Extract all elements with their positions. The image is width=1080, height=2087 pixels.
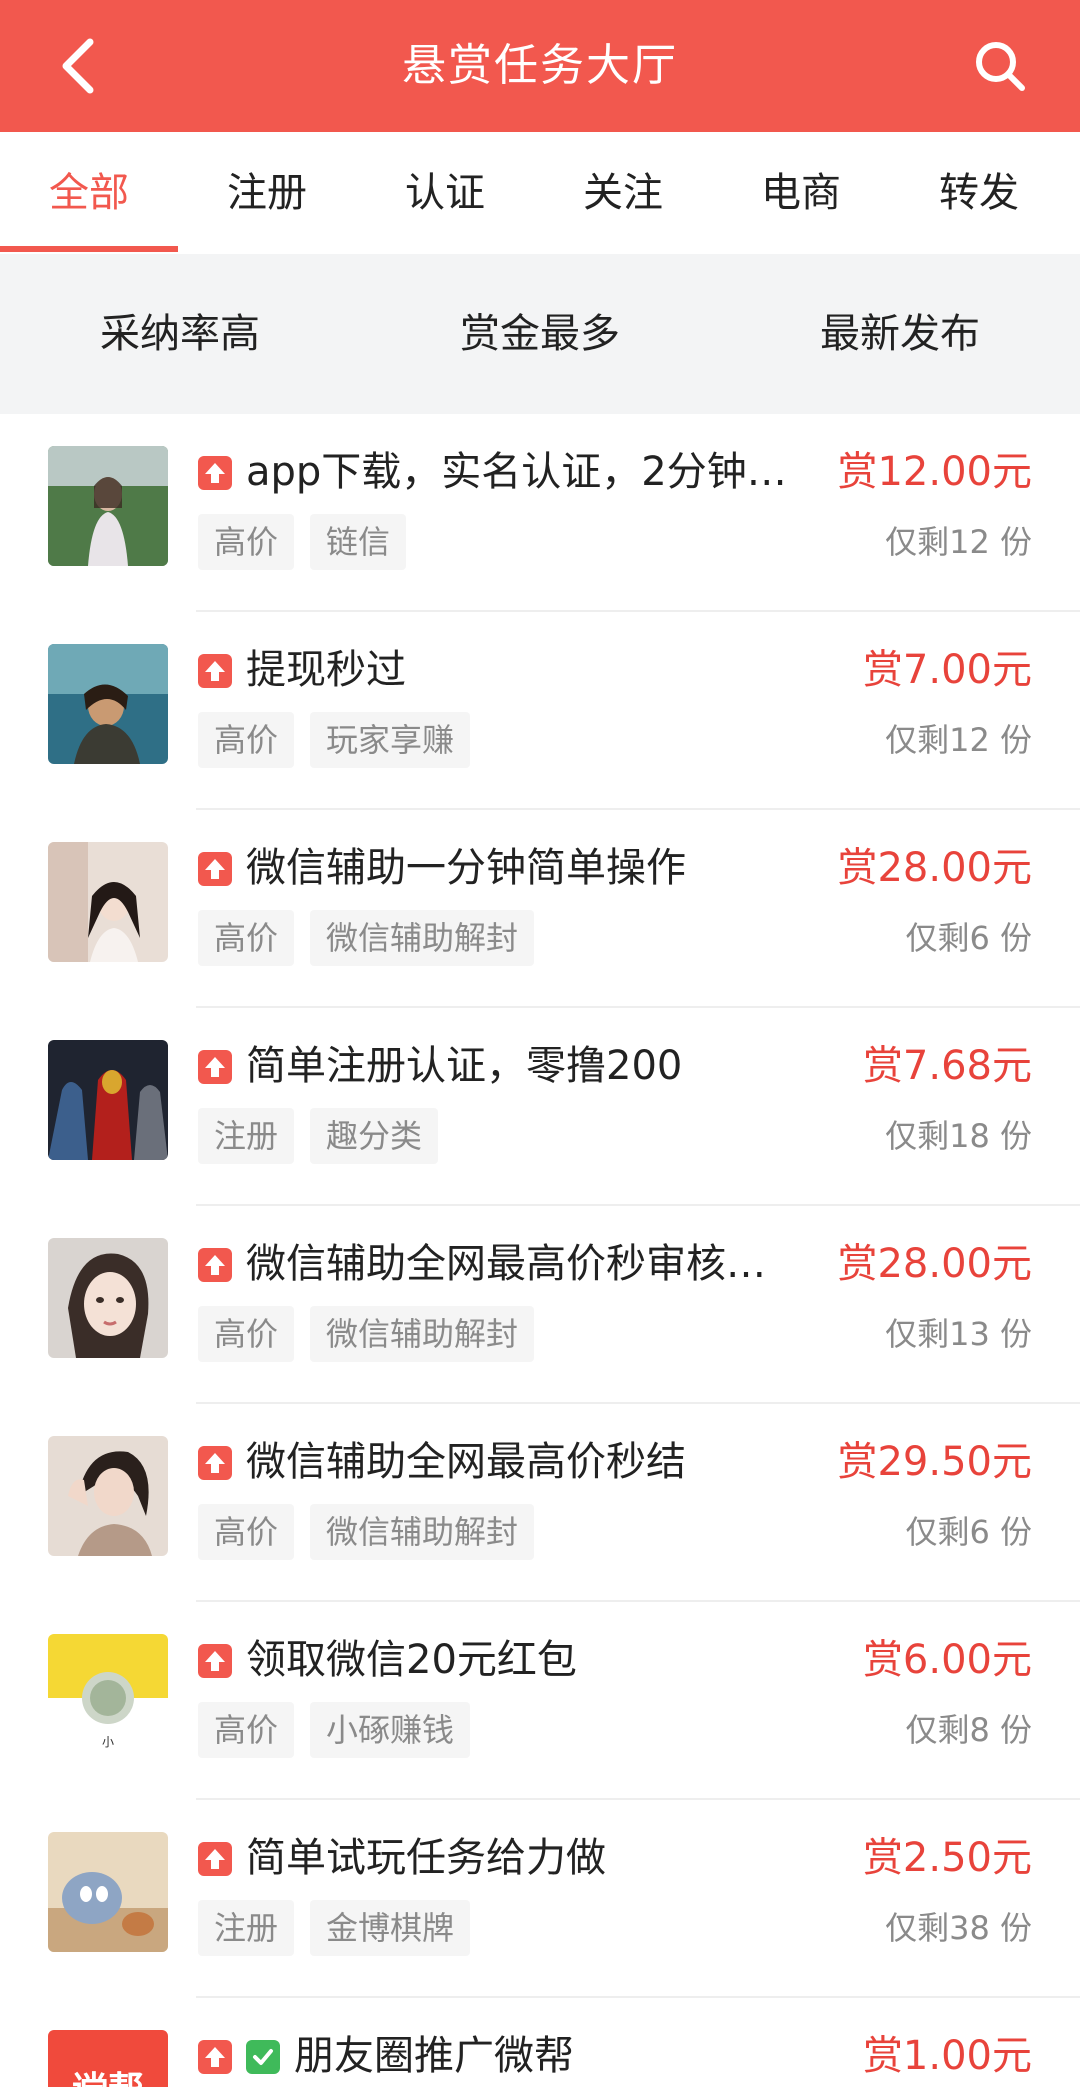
task-row[interactable]: app下载，实名认证，2分钟… 高价 链信 赏12.00元 仅剩12 份: [0, 414, 1080, 612]
task-title: 简单注册认证，零撸200: [246, 1043, 683, 1089]
task-tag: 高价: [198, 1702, 295, 1758]
reward-amount: 赏12.00元: [837, 449, 1032, 495]
tab-verify[interactable]: 认证: [356, 132, 534, 254]
reward-amount: 赏28.00元: [837, 845, 1032, 891]
page-title: 悬赏任务大厅: [402, 40, 678, 91]
task-row[interactable]: 微信辅助全网最高价秒审核… 高价 微信辅助解封 赏28.00元 仅剩13 份: [0, 1206, 1080, 1404]
task-row[interactable]: 简单注册认证，零撸200 注册 趣分类 赏7.68元 仅剩18 份: [0, 1008, 1080, 1206]
task-tag: 高价: [198, 1306, 295, 1362]
task-thumbnail: 谠帮: [48, 2030, 168, 2087]
remaining-count: 仅剩18 份: [885, 1117, 1032, 1155]
task-thumbnail: [48, 446, 168, 566]
tab-follow[interactable]: 关注: [534, 132, 712, 254]
remaining-count: 仅剩8 份: [905, 1711, 1032, 1749]
reward-amount: 赏6.00元: [862, 1637, 1032, 1683]
remaining-count: 仅剩6 份: [905, 919, 1032, 957]
sort-adoption-rate[interactable]: 采纳率高: [0, 254, 360, 414]
task-title: 提现秒过: [246, 647, 406, 693]
reward-amount: 赏2.50元: [862, 1835, 1032, 1881]
remaining-count: 仅剩13 份: [885, 1315, 1032, 1353]
top-badge-icon: [198, 1644, 232, 1678]
task-tag: 注册: [198, 1900, 295, 1956]
top-badge-icon: [198, 1050, 232, 1084]
task-row[interactable]: 谠帮 朋友圈推广微帮 赏1.00元: [0, 1998, 1080, 2087]
top-badge-icon: [198, 654, 232, 688]
task-tag: 金博棋牌: [310, 1900, 471, 1956]
task-row[interactable]: 简单试玩任务给力做 注册 金博棋牌 赏2.50元 仅剩38 份: [0, 1800, 1080, 1998]
sort-newest[interactable]: 最新发布: [720, 254, 1080, 414]
thumb-label: 谠帮: [72, 2070, 144, 2087]
task-title: 微信辅助全网最高价秒结: [246, 1439, 686, 1485]
task-title: 微信辅助全网最高价秒审核…: [246, 1241, 766, 1287]
tab-forward[interactable]: 转发: [890, 132, 1068, 254]
top-badge-icon: [198, 456, 232, 490]
task-tag: 注册: [198, 1108, 295, 1164]
task-tag: 小硺赚钱: [310, 1702, 471, 1758]
task-row[interactable]: 小 领取微信20元红包 高价 小硺赚钱 赏6.00元 仅剩8 份: [0, 1602, 1080, 1800]
reward-amount: 赏7.00元: [862, 647, 1032, 693]
task-tag: 趣分类: [310, 1108, 439, 1164]
verified-shield-icon: [246, 2040, 280, 2074]
top-badge-icon: [198, 2040, 232, 2074]
task-thumbnail: 小: [48, 1634, 168, 1754]
task-title: 朋友圈推广微帮: [294, 2033, 574, 2079]
top-badge-icon: [198, 852, 232, 886]
task-tag: 高价: [198, 712, 295, 768]
tab-register[interactable]: 注册: [178, 132, 356, 254]
sort-bar: 采纳率高 赏金最多 最新发布: [0, 254, 1080, 414]
remaining-count: 仅剩6 份: [905, 1513, 1032, 1551]
task-tag: 链信: [310, 514, 407, 570]
task-title: 简单试玩任务给力做: [246, 1835, 606, 1881]
task-thumbnail: [48, 1238, 168, 1358]
active-tab-indicator: [0, 246, 178, 252]
task-tag: 高价: [198, 910, 295, 966]
reward-amount: 赏1.00元: [862, 2033, 1032, 2079]
task-tag: 玩家享赚: [310, 712, 471, 768]
thumb-label: 小: [102, 1735, 114, 1749]
task-title: app下载，实名认证，2分钟…: [246, 449, 787, 495]
reward-amount: 赏7.68元: [862, 1043, 1032, 1089]
task-thumbnail: [48, 1832, 168, 1952]
task-title: 领取微信20元红包: [246, 1637, 577, 1683]
search-button[interactable]: [972, 38, 1028, 94]
search-icon: [976, 42, 1025, 91]
top-badge-icon: [198, 1842, 232, 1876]
task-tag: 高价: [198, 514, 295, 570]
task-thumbnail: [48, 644, 168, 764]
task-tag: 微信辅助解封: [310, 1504, 535, 1560]
task-title: 微信辅助一分钟简单操作: [246, 845, 686, 891]
tab-ecommerce[interactable]: 电商: [712, 132, 890, 254]
tab-all[interactable]: 全部: [0, 132, 178, 254]
app-header: 悬赏任务大厅: [0, 0, 1080, 132]
category-tabs: 全部 注册 认证 关注 电商 转发: [0, 132, 1080, 254]
sort-highest-reward[interactable]: 赏金最多: [360, 254, 720, 414]
top-badge-icon: [198, 1446, 232, 1480]
task-row[interactable]: 提现秒过 高价 玩家享赚 赏7.00元 仅剩12 份: [0, 612, 1080, 810]
task-row[interactable]: 微信辅助一分钟简单操作 高价 微信辅助解封 赏28.00元 仅剩6 份: [0, 810, 1080, 1008]
task-tag: 微信辅助解封: [310, 910, 535, 966]
task-thumbnail: [48, 842, 168, 962]
reward-amount: 赏29.50元: [837, 1439, 1032, 1485]
remaining-count: 仅剩12 份: [885, 721, 1032, 759]
task-tag: 高价: [198, 1504, 295, 1560]
task-row[interactable]: 微信辅助全网最高价秒结 高价 微信辅助解封 赏29.50元 仅剩6 份: [0, 1404, 1080, 1602]
remaining-count: 仅剩38 份: [885, 1909, 1032, 1947]
top-badge-icon: [198, 1248, 232, 1282]
remaining-count: 仅剩12 份: [885, 523, 1032, 561]
reward-amount: 赏28.00元: [837, 1241, 1032, 1287]
task-tag: 微信辅助解封: [310, 1306, 535, 1362]
task-thumbnail: [48, 1040, 168, 1160]
task-thumbnail: [48, 1436, 168, 1556]
